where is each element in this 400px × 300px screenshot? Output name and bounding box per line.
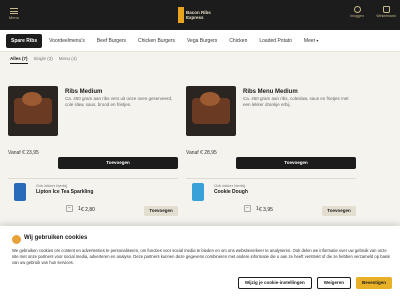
header-actions: Inloggen Winkelmand	[347, 6, 396, 18]
filter-tabs: Alles (7) Single (3) Menu (4)	[10, 56, 77, 64]
more-label: Meer	[303, 37, 316, 44]
login-label: Inloggen	[350, 14, 364, 18]
product-title: Ribs Medium	[65, 89, 103, 95]
upsell-add-button[interactable]: Toevoegen	[144, 206, 178, 216]
product-title: Ribs Menu Medium	[243, 89, 298, 95]
upsell-card: Ook lekker hierbij Lipton Ice Tea Sparkl…	[8, 178, 178, 218]
user-icon	[353, 6, 361, 13]
tab-all[interactable]: Alles (7)	[10, 56, 28, 64]
category-bar: Spare Ribs Voordeelmenu's Beef Burgers C…	[0, 30, 400, 52]
upsell-tag: Ook lekker hierbij	[214, 183, 245, 188]
category-spare-ribs[interactable]: Spare Ribs	[6, 33, 43, 48]
upsell-price: € 2,80	[81, 207, 95, 213]
cookie-consent-banner: Wij gebruiken cookies We gebruiken cooki…	[0, 226, 400, 300]
category-loaded-potato[interactable]: Loaded Potato	[254, 34, 297, 48]
tab-single[interactable]: Single (3)	[34, 56, 53, 64]
logo-text-line2: Express	[186, 15, 204, 20]
product-price: Vanaf € 28,95	[186, 150, 217, 156]
product-card[interactable]: Ribs Menu Medium Ca. 450 gram aan ribs, …	[186, 86, 356, 172]
tab-menu[interactable]: Menu (4)	[59, 56, 77, 64]
cookie-text: We gebruiken cookies om content en adver…	[12, 248, 391, 265]
cookie-settings-button[interactable]: Wijzig je cookie-instellingen	[237, 277, 312, 289]
quantity-stepper: − 1	[66, 205, 81, 212]
drink-can-image	[14, 183, 26, 201]
menu-button[interactable]: Menu	[6, 5, 22, 25]
product-image[interactable]	[8, 86, 58, 136]
upsell-price: € 3,95	[259, 207, 273, 213]
add-to-cart-button[interactable]: Toevoegen	[236, 157, 356, 169]
chevron-down-icon: ▾	[316, 37, 319, 43]
dessert-image	[192, 183, 204, 201]
cart-button[interactable]: Winkelmand	[376, 6, 396, 18]
decrease-button[interactable]: −	[244, 205, 251, 212]
quantity-stepper: − 1	[244, 205, 259, 212]
product-image[interactable]	[186, 86, 236, 136]
bag-icon	[382, 6, 390, 13]
product-card[interactable]: Ribs Medium Ca. 450 gram aan ribs vers u…	[8, 86, 178, 172]
decline-button[interactable]: Weigeren	[316, 277, 351, 289]
upsell-title: Lipton Ice Tea Sparkling	[36, 189, 94, 195]
category-chicken-burgers[interactable]: Chicken Burgers	[133, 34, 180, 48]
category-vega-burgers[interactable]: Vega Burgers	[182, 34, 222, 48]
product-description: Ca. 450 gram aan ribs vers uit onze oven…	[65, 96, 173, 107]
add-to-cart-button[interactable]: Toevoegen	[58, 157, 178, 169]
logo-mark-icon	[178, 7, 184, 23]
upsell-card: Ook lekker hierbij Cookie Dough − 1 € 3,…	[186, 178, 356, 218]
decrease-button[interactable]: −	[66, 205, 73, 212]
upsell-add-button[interactable]: Toevoegen	[322, 206, 356, 216]
product-description: Ca. 450 gram aan ribs, coleslaw, saus en…	[243, 96, 349, 107]
category-voordeelmenus[interactable]: Voordeelmenu's	[44, 34, 90, 48]
brand-logo[interactable]: Bacon Ribs Express	[178, 6, 211, 24]
login-button[interactable]: Inloggen	[347, 6, 367, 18]
upsell-tag: Ook lekker hierbij	[36, 183, 67, 188]
hamburger-icon	[10, 8, 18, 14]
cookie-buttons: Wijzig je cookie-instellingen Weigeren B…	[237, 277, 392, 289]
top-navigation-bar: Menu Bacon Ribs Express Inloggen Winkelm…	[0, 0, 400, 30]
cookie-icon	[12, 235, 21, 244]
category-more[interactable]: Meer▾	[299, 34, 323, 48]
cart-label: Winkelmand	[376, 14, 396, 18]
accept-button[interactable]: Bevestigen	[355, 277, 392, 289]
category-beef-burgers[interactable]: Beef Burgers	[92, 34, 131, 48]
upsell-title: Cookie Dough	[214, 189, 248, 195]
product-price: Vanaf € 23,95	[8, 150, 39, 156]
menu-label: Menu	[8, 15, 19, 20]
category-chicken[interactable]: Chicken	[224, 34, 252, 48]
cookie-title: Wij gebruiken cookies	[24, 235, 88, 241]
